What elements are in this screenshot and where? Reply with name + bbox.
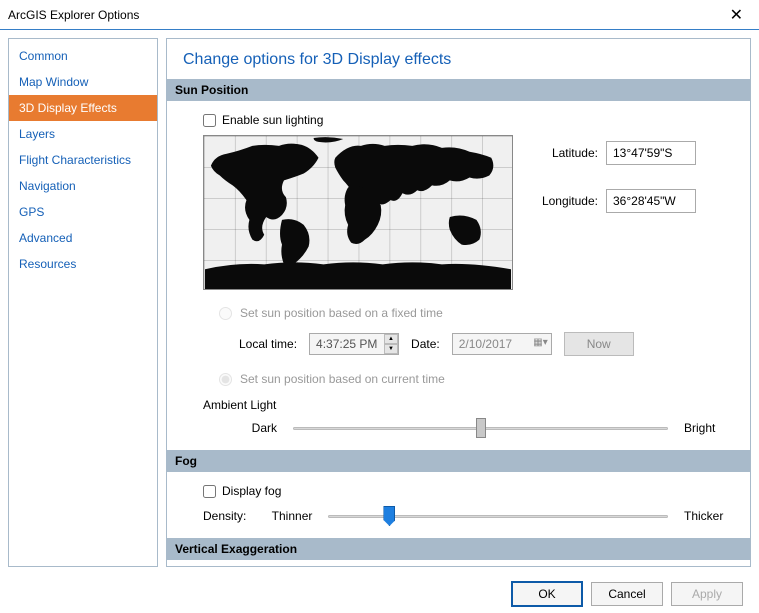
sidebar-item-resources[interactable]: Resources <box>9 251 157 277</box>
latitude-row: Latitude: <box>533 141 696 165</box>
display-fog-row: Display fog <box>203 484 734 498</box>
main-panel: Change options for 3D Display effects Su… <box>166 38 751 567</box>
latitude-input[interactable] <box>606 141 696 165</box>
radio-fixed-time-row: Set sun position based on a fixed time <box>219 306 734 320</box>
world-map[interactable] <box>203 135 513 290</box>
fog-density-row: Density: Thinner Thicker <box>203 506 734 526</box>
ambient-slider-row: Dark Bright <box>227 418 734 438</box>
ambient-light-label: Ambient Light <box>203 398 734 412</box>
density-slider[interactable] <box>328 506 668 526</box>
sun-map-area: Latitude: Longitude: <box>203 135 734 290</box>
ambient-light-group: Ambient Light Dark Bright <box>203 398 734 438</box>
ambient-left-label: Dark <box>227 421 277 435</box>
radio-current-label: Set sun position based on current time <box>240 372 445 386</box>
window-title: ArcGIS Explorer Options <box>8 8 139 22</box>
sidebar-item-3d-display-effects[interactable]: 3D Display Effects <box>9 95 157 121</box>
radio-current-time-row: Set sun position based on current time <box>219 372 734 386</box>
date-label: Date: <box>411 337 440 351</box>
radio-current-time[interactable] <box>219 373 232 386</box>
density-slider-thumb[interactable] <box>383 506 395 526</box>
time-row: Local time: ▲ ▼ Date: ▦▾ Now <box>239 332 734 356</box>
section-header-sun: Sun Position <box>167 79 750 101</box>
radio-fixed-time[interactable] <box>219 307 232 320</box>
sidebar-item-flight-characteristics[interactable]: Flight Characteristics <box>9 147 157 173</box>
main-scroll[interactable]: Change options for 3D Display effects Su… <box>167 39 750 566</box>
ok-button[interactable]: OK <box>511 581 583 607</box>
coord-fields: Latitude: Longitude: <box>533 135 696 290</box>
titlebar: ArcGIS Explorer Options ✕ <box>0 0 759 30</box>
longitude-input[interactable] <box>606 189 696 213</box>
longitude-row: Longitude: <box>533 189 696 213</box>
cancel-button[interactable]: Cancel <box>591 582 663 606</box>
close-icon[interactable]: ✕ <box>722 5 751 25</box>
enable-sun-label: Enable sun lighting <box>222 113 323 127</box>
footer: OK Cancel Apply <box>0 575 759 613</box>
sidebar-item-advanced[interactable]: Advanced <box>9 225 157 251</box>
calendar-icon[interactable]: ▦▾ <box>533 337 547 348</box>
radio-fixed-label: Set sun position based on a fixed time <box>240 306 443 320</box>
ambient-slider-thumb[interactable] <box>476 418 486 438</box>
time-spinner-up-icon[interactable]: ▲ <box>384 334 398 344</box>
content-area: Common Map Window 3D Display Effects Lay… <box>0 30 759 575</box>
ambient-slider[interactable] <box>293 418 668 438</box>
now-button[interactable]: Now <box>564 332 634 356</box>
longitude-label: Longitude: <box>533 194 598 208</box>
sidebar-item-gps[interactable]: GPS <box>9 199 157 225</box>
enable-sun-row: Enable sun lighting <box>203 113 734 127</box>
section-header-fog: Fog <box>167 450 750 472</box>
density-label: Density: <box>203 509 246 523</box>
local-time-label: Local time: <box>239 337 297 351</box>
enable-sun-checkbox[interactable] <box>203 114 216 127</box>
time-spinner-down-icon[interactable]: ▼ <box>384 344 398 354</box>
section-header-vertex: Vertical Exaggeration <box>167 538 750 560</box>
density-left-label: Thinner <box>262 509 312 523</box>
sidebar: Common Map Window 3D Display Effects Lay… <box>8 38 158 567</box>
display-fog-checkbox[interactable] <box>203 485 216 498</box>
sidebar-item-layers[interactable]: Layers <box>9 121 157 147</box>
display-fog-label: Display fog <box>222 484 281 498</box>
ambient-right-label: Bright <box>684 421 734 435</box>
sidebar-item-map-window[interactable]: Map Window <box>9 69 157 95</box>
latitude-label: Latitude: <box>533 146 598 160</box>
sidebar-item-navigation[interactable]: Navigation <box>9 173 157 199</box>
sidebar-item-common[interactable]: Common <box>9 43 157 69</box>
world-map-graphic <box>204 136 512 289</box>
apply-button[interactable]: Apply <box>671 582 743 606</box>
page-title: Change options for 3D Display effects <box>183 51 734 69</box>
density-right-label: Thicker <box>684 509 734 523</box>
